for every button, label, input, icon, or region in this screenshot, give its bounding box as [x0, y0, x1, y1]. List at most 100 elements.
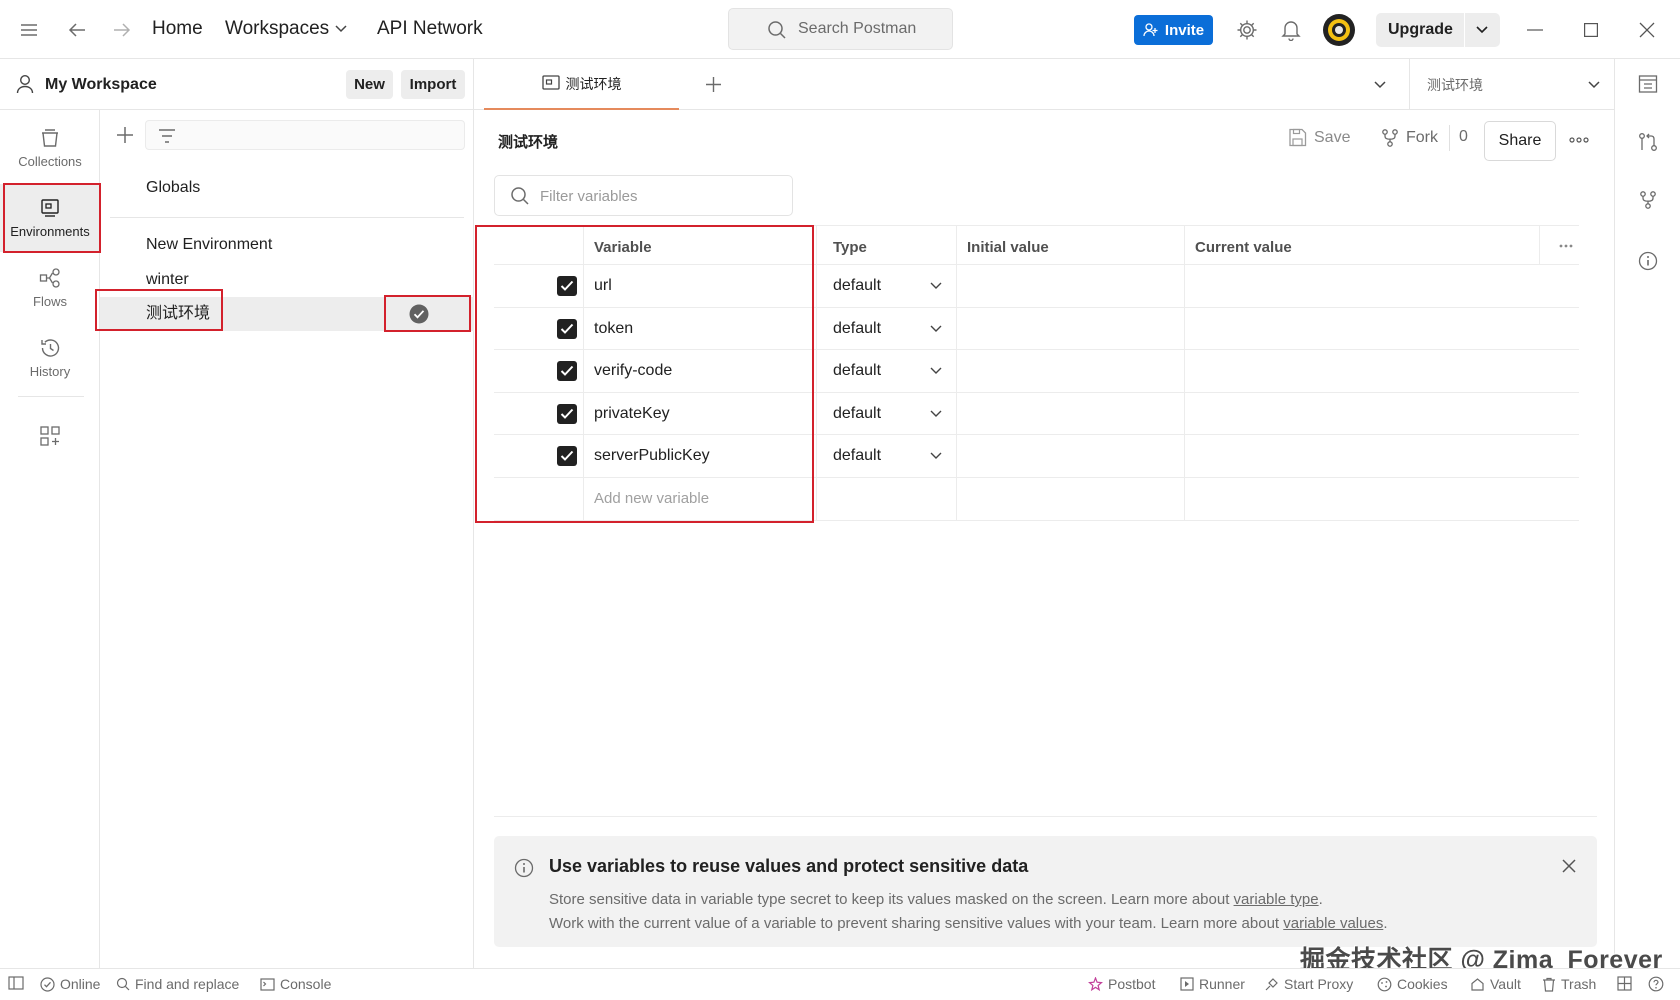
sidebar-item-label: Flows: [33, 293, 67, 309]
environment-selector[interactable]: 测试环境: [1409, 59, 1614, 110]
current-value-input[interactable]: [1185, 393, 1579, 434]
initial-value-input[interactable]: [957, 350, 1185, 392]
close-icon[interactable]: [1561, 858, 1577, 874]
trash-label: Trash: [1561, 976, 1597, 992]
current-value-input[interactable]: [1185, 435, 1579, 477]
column-header-type: Type: [817, 226, 957, 264]
type-cell: [817, 478, 957, 520]
avatar[interactable]: [1323, 14, 1355, 46]
nav-workspaces-label: Workspaces: [225, 18, 330, 39]
proxy-icon: [1265, 977, 1278, 990]
type-select[interactable]: default: [817, 350, 957, 392]
start-proxy-button[interactable]: Start Proxy: [1264, 976, 1353, 992]
cookies-button[interactable]: Cookies: [1377, 976, 1448, 992]
add-apps-icon[interactable]: [39, 425, 61, 447]
info-icon: [514, 858, 534, 878]
workspace-title[interactable]: My Workspace: [45, 76, 157, 94]
maximize-icon[interactable]: [1578, 17, 1604, 43]
settings-gear-icon[interactable]: [1234, 17, 1260, 43]
annotation-box: [475, 225, 814, 523]
search-placeholder: Search Postman: [798, 20, 917, 37]
runner-button[interactable]: Runner: [1180, 976, 1245, 992]
trash-button[interactable]: Trash: [1542, 976, 1596, 992]
type-select[interactable]: default: [817, 265, 957, 307]
chevron-down-icon: [335, 25, 347, 33]
type-select[interactable]: default: [817, 308, 957, 349]
new-tab-plus-icon[interactable]: [705, 76, 722, 93]
vault-label: Vault: [1490, 976, 1521, 992]
environment-quick-look-icon[interactable]: [1636, 72, 1660, 96]
console-button[interactable]: Console: [260, 976, 331, 992]
initial-value-input[interactable]: [957, 435, 1185, 477]
menu-icon[interactable]: [16, 17, 42, 43]
list-item-globals[interactable]: Globals: [100, 171, 474, 205]
invite-button[interactable]: Invite: [1134, 15, 1213, 45]
share-button[interactable]: Share: [1484, 121, 1556, 161]
close-window-icon[interactable]: [1634, 17, 1660, 43]
more-options-icon[interactable]: [1569, 137, 1589, 143]
initial-value-input[interactable]: [957, 265, 1185, 307]
type-value: default: [833, 319, 882, 337]
postbot-button[interactable]: Postbot: [1088, 976, 1155, 992]
search-input[interactable]: Search Postman: [728, 8, 953, 50]
list-item[interactable]: New Environment: [100, 228, 474, 262]
tab-active[interactable]: 测试环境: [484, 59, 679, 110]
layout-toggle-icon[interactable]: [1617, 976, 1632, 991]
toggle-sidebar-icon[interactable]: [8, 976, 24, 990]
annotation-box: [3, 183, 101, 253]
type-value: default: [833, 362, 882, 379]
import-label: Import: [409, 76, 457, 93]
column-options-icon[interactable]: [1559, 244, 1573, 248]
info-icon[interactable]: [1636, 249, 1660, 273]
upgrade-separator: [1464, 13, 1465, 47]
forward-arrow-icon[interactable]: [109, 17, 135, 43]
console-icon: [260, 977, 275, 991]
sidebar-item-collections[interactable]: Collections: [0, 114, 100, 182]
vault-button[interactable]: Vault: [1470, 976, 1521, 992]
info-banner: Use variables to reuse values and protec…: [494, 836, 1597, 947]
fork-icon[interactable]: [1636, 188, 1660, 212]
environment-list-panel: Globals New Environment winter 测试环境: [100, 110, 474, 968]
help-icon[interactable]: [1648, 976, 1664, 992]
current-value-input[interactable]: [1185, 350, 1579, 392]
initial-value-input[interactable]: [957, 393, 1185, 434]
chevron-down-icon: [930, 452, 942, 459]
upgrade-button[interactable]: Upgrade: [1376, 13, 1500, 47]
new-button[interactable]: New: [346, 70, 393, 99]
filter-variables-input[interactable]: Filter variables: [494, 175, 793, 216]
nav-workspaces[interactable]: Workspaces: [225, 18, 329, 40]
current-value-input[interactable]: [1185, 308, 1579, 349]
variable-type-link[interactable]: variable type: [1234, 891, 1319, 908]
page-title[interactable]: 测试环境: [498, 131, 558, 152]
rail-divider: [18, 396, 84, 397]
nav-home[interactable]: Home: [152, 18, 203, 40]
nav-api-network[interactable]: API Network: [377, 18, 483, 40]
online-status[interactable]: Online: [40, 976, 100, 992]
save-button[interactable]: Save: [1288, 128, 1350, 147]
add-user-icon: [1143, 23, 1158, 37]
banner-text: Store sensitive data in variable type se…: [549, 891, 1234, 908]
notification-bell-icon[interactable]: [1278, 17, 1304, 43]
sidebar-item-flows[interactable]: Flows: [0, 254, 100, 322]
environment-filter-input[interactable]: [145, 120, 465, 150]
find-replace-button[interactable]: Find and replace: [116, 976, 239, 992]
minimize-icon[interactable]: [1522, 17, 1548, 43]
current-value-input[interactable]: [1185, 265, 1579, 307]
tab-list-chevron-down-icon[interactable]: [1374, 81, 1386, 89]
invite-label: Invite: [1164, 21, 1205, 39]
initial-value-input[interactable]: [957, 308, 1185, 349]
filter-icon: [158, 128, 176, 144]
fork-label: Fork: [1406, 129, 1438, 146]
back-arrow-icon[interactable]: [64, 17, 90, 43]
type-select[interactable]: default: [817, 393, 957, 434]
add-icon[interactable]: [116, 126, 134, 144]
variable-values-link[interactable]: variable values: [1283, 915, 1383, 932]
import-button[interactable]: Import: [401, 70, 465, 99]
sidebar-item-history[interactable]: History: [0, 324, 100, 392]
pull-request-icon[interactable]: [1636, 130, 1660, 154]
type-select[interactable]: default: [817, 435, 957, 477]
upgrade-chevron-down-icon[interactable]: [1476, 26, 1488, 34]
banner-text: .: [1318, 891, 1323, 908]
banner-divider: [494, 816, 1597, 817]
fork-button[interactable]: Fork: [1381, 128, 1438, 148]
